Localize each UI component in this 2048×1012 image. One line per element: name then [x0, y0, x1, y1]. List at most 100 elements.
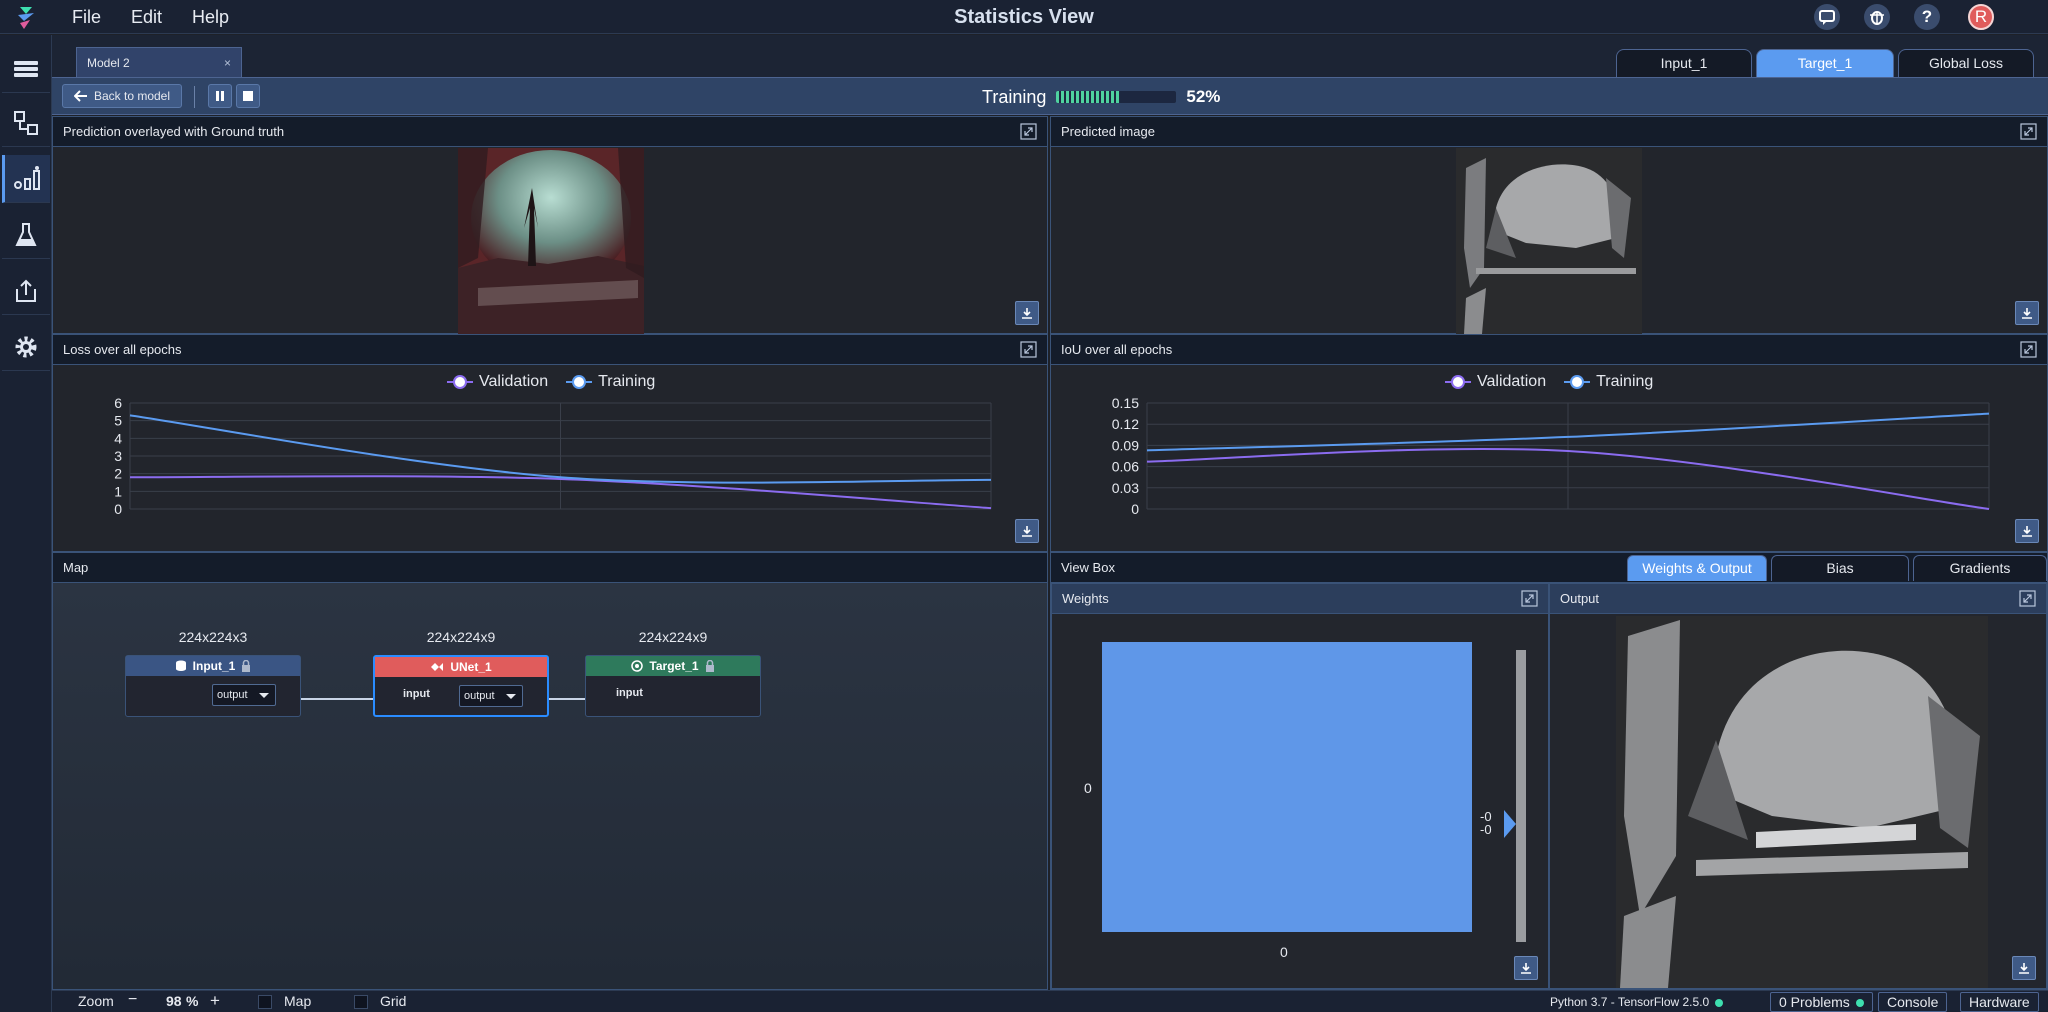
panel-title: Loss over all epochs — [53, 335, 1047, 365]
y-tick-label: 0.15 — [1112, 395, 1139, 411]
loss-chart-panel: Loss over all epochs Validation Training… — [52, 334, 1048, 552]
tab-gradients[interactable]: Gradients — [1913, 555, 2047, 581]
menu-edit[interactable]: Edit — [131, 7, 162, 28]
download-button[interactable] — [1015, 301, 1039, 325]
statistics-icon — [13, 165, 40, 190]
sidebar-statistics-button[interactable] — [2, 155, 50, 203]
node-title: Input_1 — [192, 659, 236, 673]
environment-label: Python 3.7 - TensorFlow 2.5.0 — [1550, 995, 1724, 1009]
download-icon — [2022, 308, 2032, 319]
y-tick-label: 0.12 — [1112, 416, 1139, 432]
training-progress-fill — [1056, 91, 1119, 103]
y-tick-label: 0.09 — [1112, 437, 1139, 453]
sidebar-settings-button[interactable] — [2, 323, 50, 371]
sidebar-export-button[interactable] — [2, 267, 50, 315]
back-to-model-button[interactable]: Back to model — [62, 84, 182, 108]
bug-icon[interactable] — [1864, 4, 1890, 30]
legend-validation[interactable]: Validation — [447, 373, 548, 391]
tab-target-1[interactable]: Target_1 — [1756, 49, 1894, 77]
predicted-segmentation-image — [1456, 148, 1642, 334]
chevron-down-icon — [259, 693, 269, 698]
download-button[interactable] — [1015, 519, 1039, 543]
subpanel-title: Output — [1550, 584, 2046, 614]
node-dimension: 224x224x9 — [426, 629, 496, 645]
model-graph-icon — [14, 110, 38, 135]
zoom-out-button[interactable]: − — [128, 991, 137, 1009]
chat-icon[interactable] — [1814, 4, 1840, 30]
node-unet-1[interactable]: UNet_1 input output — [373, 655, 549, 717]
tab-global-loss[interactable]: Global Loss — [1898, 49, 2034, 77]
model-tab-label: Model 2 — [87, 55, 130, 70]
model-tab[interactable]: Model 2 × — [76, 47, 242, 77]
sidebar-modeling-button[interactable] — [2, 99, 50, 147]
sidebar-test-button[interactable] — [2, 211, 50, 259]
problems-button[interactable]: 0 Problems — [1770, 992, 1873, 1012]
output-port-select[interactable]: output — [212, 684, 276, 706]
status-bar: Zoom − 98 % + Map Grid Python 3.7 - Tens… — [52, 990, 2048, 1012]
weights-x-axis-label: 0 — [1280, 944, 1288, 960]
y-tick-label: 5 — [114, 413, 122, 429]
menu-file[interactable]: File — [72, 7, 101, 28]
x-tick-label: 2 — [1985, 516, 1993, 519]
zoom-value[interactable]: 98 — [166, 993, 182, 1009]
expand-icon[interactable] — [2020, 123, 2037, 140]
map-checkbox[interactable] — [258, 995, 272, 1009]
menu-help[interactable]: Help — [192, 7, 229, 28]
viewbox-panel: View Box Weights & Output Bias Gradients… — [1050, 552, 2048, 990]
pause-button[interactable] — [208, 84, 232, 108]
status-ok-icon — [1715, 998, 1724, 1007]
help-icon[interactable]: ? — [1914, 4, 1940, 30]
weights-y-axis-label: 0 — [1084, 780, 1092, 796]
unet-icon — [431, 663, 444, 671]
zoom-in-button[interactable]: + — [210, 991, 220, 1011]
zoom-unit: % — [186, 993, 199, 1009]
node-header: Target_1 — [586, 656, 760, 676]
port-select-value: output — [464, 690, 495, 702]
port-select-value: output — [217, 689, 248, 701]
lock-icon — [705, 660, 714, 672]
download-button[interactable] — [1514, 956, 1538, 980]
export-icon — [16, 279, 36, 302]
node-input-1[interactable]: Input_1 output — [125, 655, 301, 717]
legend-validation[interactable]: Validation — [1445, 373, 1546, 391]
expand-icon[interactable] — [1020, 123, 1037, 140]
legend-training[interactable]: Training — [566, 373, 655, 391]
close-icon[interactable]: × — [224, 56, 231, 70]
y-tick-label: 0.03 — [1112, 480, 1139, 496]
sidebar-layers-button[interactable] — [2, 45, 50, 93]
training-label: Training — [982, 86, 1047, 107]
color-scale-pointer-icon[interactable] — [1502, 810, 1518, 838]
weights-color-scale — [1516, 650, 1526, 942]
zoom-label: Zoom — [78, 993, 114, 1009]
expand-icon[interactable] — [2019, 590, 2036, 607]
training-progress-bar — [1056, 91, 1177, 103]
download-button[interactable] — [2015, 519, 2039, 543]
tab-bias[interactable]: Bias — [1771, 555, 1909, 581]
download-button[interactable] — [2015, 301, 2039, 325]
expand-icon[interactable] — [1020, 341, 1037, 358]
node-target-1[interactable]: Target_1 input — [585, 655, 761, 717]
legend-validation-marker — [447, 375, 473, 389]
expand-icon[interactable] — [2020, 341, 2037, 358]
target-icon — [631, 660, 644, 672]
download-button[interactable] — [2012, 956, 2036, 980]
output-port-select[interactable]: output — [459, 685, 523, 707]
hardware-button[interactable]: Hardware — [1960, 992, 2039, 1012]
tab-weights-output[interactable]: Weights & Output — [1627, 555, 1767, 581]
weights-heatmap[interactable] — [1102, 642, 1472, 932]
console-button[interactable]: Console — [1878, 992, 1948, 1012]
tab-input-1[interactable]: Input_1 — [1616, 49, 1752, 77]
map-canvas[interactable]: 224x224x3 Input_1 output 224x224x9 UNet_… — [53, 583, 1047, 989]
training-toolbar: Back to model Training 52% — [52, 77, 2048, 115]
legend-training[interactable]: Training — [1564, 373, 1653, 391]
user-avatar[interactable]: R — [1968, 4, 1994, 30]
stop-button[interactable] — [236, 84, 260, 108]
app-logo-icon — [18, 7, 34, 29]
back-to-model-label: Back to model — [93, 89, 171, 103]
y-tick-label: 0.06 — [1112, 459, 1139, 475]
app-window: File Edit Help Statistics View ? R Model… — [0, 0, 2048, 1012]
input-port-label: input — [616, 687, 643, 699]
expand-icon[interactable] — [1521, 590, 1538, 607]
grid-checkbox[interactable] — [354, 995, 368, 1009]
output-subpanel: Output — [1549, 583, 2047, 989]
